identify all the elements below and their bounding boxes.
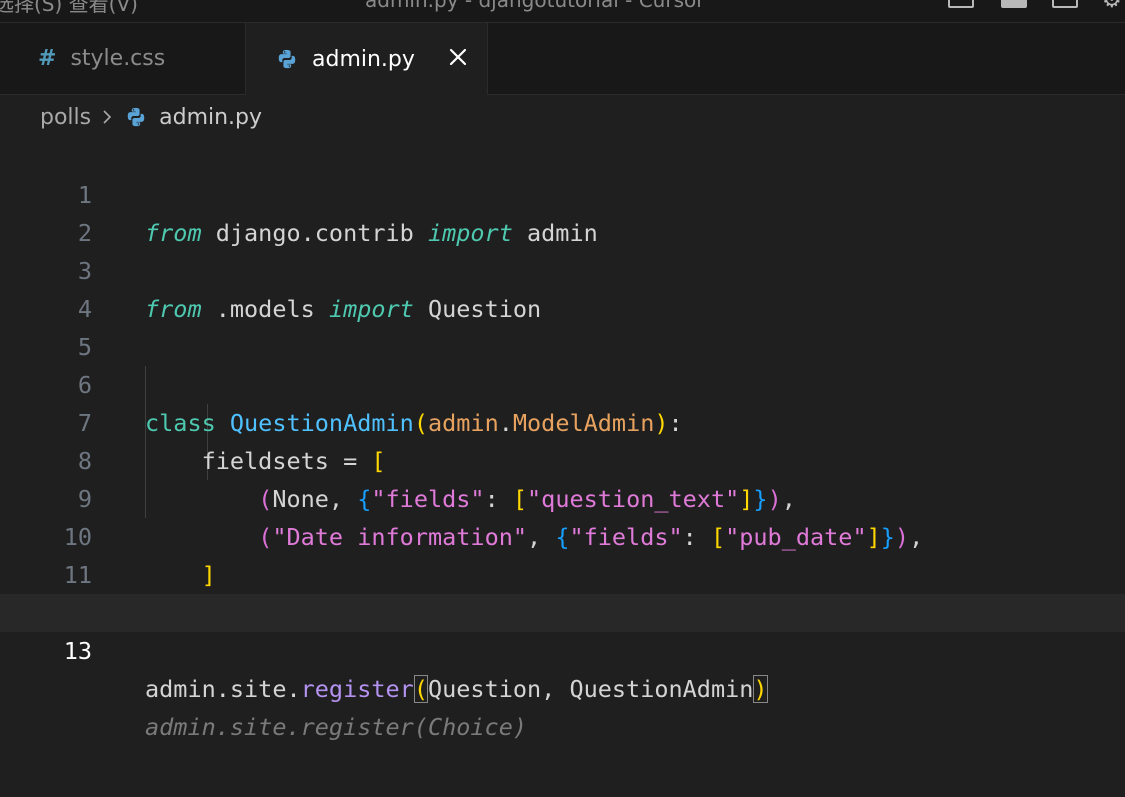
python-icon — [127, 107, 145, 127]
editor-window: 选择(S) 查看(V) admin.py - djangotutorial - … — [0, 0, 1125, 797]
line-number: 13 — [63, 637, 92, 665]
tab-admin-py[interactable]: admin.py — [246, 23, 488, 95]
breadcrumb-folder[interactable]: polls — [40, 105, 91, 130]
css-hash-icon: # — [38, 46, 57, 71]
current-code-line[interactable]: 13 admin.site.register(Question, Questio… — [0, 594, 1125, 703]
python-icon — [278, 49, 296, 69]
tab-bar: # style.css admin.py — [0, 23, 1125, 95]
window-title: admin.py - djangotutorial - Cursor — [365, 0, 705, 12]
code-line[interactable]: 6 class QuestionAdmin(admin.ModelAdmin): — [0, 328, 1125, 437]
toggle-panel-icon[interactable] — [1001, 0, 1027, 8]
title-bar: 选择(S) 查看(V) admin.py - djangotutorial - … — [0, 0, 1125, 23]
tab-label: style.css — [70, 46, 166, 71]
close-tab-icon[interactable] — [446, 45, 470, 69]
code-line[interactable]: 4 — [0, 252, 1125, 323]
ghost-text: admin.site.register(Choice) — [145, 713, 528, 741]
settings-gear-icon[interactable]: ⚙ — [1102, 0, 1122, 13]
menu-bar[interactable]: 选择(S) 查看(V) — [0, 0, 138, 17]
toggle-secondary-sidebar-icon[interactable] — [1052, 0, 1078, 8]
tab-style-css[interactable]: # style.css — [8, 23, 246, 94]
toggle-sidebar-icon[interactable] — [948, 0, 974, 8]
code-line[interactable]: 12 — [0, 556, 1125, 627]
code-editor[interactable]: 1 from django.contrib import admin 2 3 f… — [0, 138, 1125, 797]
code-line[interactable]: 7 fieldsets = [ — [0, 366, 1125, 475]
code-line[interactable]: 3 from .models import Question — [0, 214, 1125, 323]
code-line[interactable]: 11 — [0, 518, 1125, 589]
code-line[interactable]: 1 from django.contrib import admin — [0, 138, 1125, 247]
code-line[interactable]: 9 ("Date information", {"fields": ["pub_… — [0, 442, 1125, 551]
code-line[interactable]: 5 — [0, 290, 1125, 361]
breadcrumb-file[interactable]: admin.py — [159, 105, 262, 130]
breadcrumb: polls admin.py — [40, 100, 262, 134]
tab-label: admin.py — [312, 46, 415, 72]
chevron-right-icon — [103, 110, 112, 124]
code-line[interactable]: 10 ] — [0, 480, 1125, 589]
code-line[interactable]: 8 (None, {"fields": ["question_text"]}), — [0, 404, 1125, 513]
inline-suggestion[interactable]: admin.site.register(Choice) — [0, 670, 1125, 741]
code-line[interactable]: 2 — [0, 176, 1125, 247]
